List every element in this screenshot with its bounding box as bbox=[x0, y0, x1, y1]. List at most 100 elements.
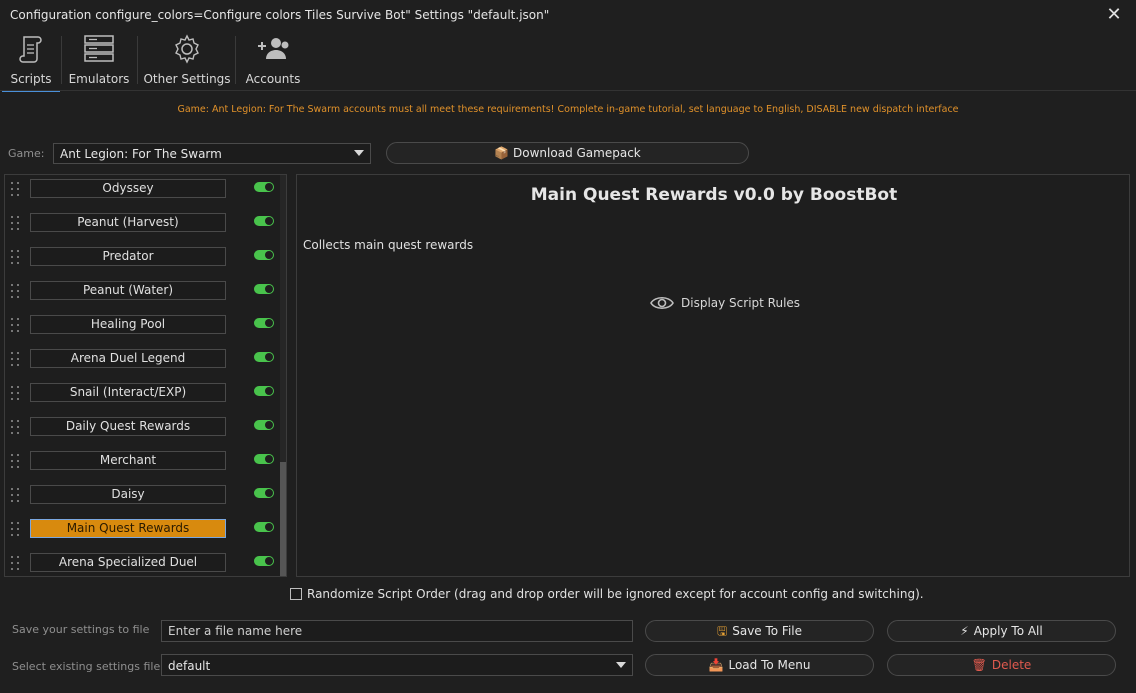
scroll-icon bbox=[19, 36, 42, 63]
tab-scripts[interactable]: Scripts bbox=[2, 32, 60, 92]
script-toggle[interactable] bbox=[254, 250, 274, 260]
gear-icon bbox=[175, 34, 199, 64]
drag-handle-icon[interactable] bbox=[11, 284, 21, 302]
script-toggle[interactable] bbox=[254, 522, 274, 532]
script-list: Odyssey Peanut (Harvest) Predator Peanut… bbox=[4, 174, 287, 577]
script-toggle[interactable] bbox=[254, 318, 274, 328]
list-item: Peanut (Water) bbox=[5, 277, 277, 311]
display-script-rules-label: Display Script Rules bbox=[681, 296, 801, 310]
list-item: Healing Pool bbox=[5, 311, 277, 345]
script-title: Main Quest Rewards v0.0 by BoostBot bbox=[530, 185, 898, 205]
drag-handle-icon[interactable] bbox=[11, 216, 21, 234]
save-settings-label: Save your settings to file bbox=[12, 623, 150, 636]
drag-handle-icon[interactable] bbox=[11, 352, 21, 370]
drag-handle-icon[interactable] bbox=[11, 522, 21, 540]
drag-handle-icon[interactable] bbox=[11, 454, 21, 472]
script-button[interactable]: Daily Quest Rewards bbox=[30, 417, 226, 436]
script-button[interactable]: Odyssey bbox=[30, 179, 226, 198]
tab-label: Emulators bbox=[68, 72, 130, 86]
package-icon: 📦 bbox=[494, 146, 510, 160]
game-select[interactable]: Ant Legion: For The Swarm bbox=[53, 143, 371, 164]
window-title: Configuration configure_colors=Configure… bbox=[10, 8, 550, 22]
list-item: Predator bbox=[5, 243, 277, 277]
script-toggle[interactable] bbox=[254, 420, 274, 430]
script-button-selected[interactable]: Main Quest Rewards bbox=[30, 519, 226, 538]
download-gamepack-label: Download Gamepack bbox=[513, 146, 641, 160]
load-to-menu-label: Load To Menu bbox=[728, 658, 811, 672]
tab-label: Other Settings bbox=[143, 72, 231, 86]
list-item: Arena Duel Legend bbox=[5, 345, 277, 379]
game-requirements-notice: Game: Ant Legion: For The Swarm accounts… bbox=[177, 104, 959, 115]
server-stack-icon bbox=[84, 35, 114, 62]
list-item: Daisy bbox=[5, 481, 277, 515]
load-to-menu-button[interactable]: 📥 Load To Menu bbox=[645, 654, 874, 676]
script-button[interactable]: Predator bbox=[30, 247, 226, 266]
settings-file-select[interactable]: default bbox=[161, 654, 633, 676]
script-toggle[interactable] bbox=[254, 284, 274, 294]
delete-button[interactable]: 🗑 Delete bbox=[887, 654, 1116, 676]
chevron-down-icon bbox=[616, 662, 626, 668]
script-button[interactable]: Peanut (Water) bbox=[30, 281, 226, 300]
toolbar-divider bbox=[137, 36, 138, 84]
tab-emulators[interactable]: Emulators bbox=[66, 32, 132, 90]
script-button[interactable]: Arena Duel Legend bbox=[30, 349, 226, 368]
select-settings-label: Select existing settings file bbox=[12, 660, 161, 673]
tab-label: Accounts bbox=[245, 72, 301, 86]
drag-handle-icon[interactable] bbox=[11, 420, 21, 438]
drag-handle-icon[interactable] bbox=[11, 250, 21, 268]
list-item: Snail (Interact/EXP) bbox=[5, 379, 277, 413]
apply-to-all-label: Apply To All bbox=[973, 624, 1043, 638]
scrollbar-thumb[interactable] bbox=[280, 462, 286, 576]
apply-to-all-button[interactable]: ⚡ Apply To All bbox=[887, 620, 1116, 642]
drag-handle-icon[interactable] bbox=[11, 182, 21, 200]
delete-label: Delete bbox=[991, 658, 1032, 672]
list-item: Main Quest Rewards bbox=[5, 515, 277, 549]
script-toggle[interactable] bbox=[254, 386, 274, 396]
drag-handle-icon[interactable] bbox=[11, 556, 21, 574]
script-toggle[interactable] bbox=[254, 454, 274, 464]
script-button[interactable]: Healing Pool bbox=[30, 315, 226, 334]
list-item: Merchant bbox=[5, 447, 277, 481]
tab-accounts[interactable]: Accounts bbox=[241, 32, 305, 90]
main-toolbar: Scripts Emulators Other Settings Account bbox=[0, 32, 1136, 92]
script-button[interactable]: Peanut (Harvest) bbox=[30, 213, 226, 232]
script-button[interactable]: Daisy bbox=[30, 485, 226, 504]
game-select-value: Ant Legion: For The Swarm bbox=[60, 147, 222, 161]
script-toggle[interactable] bbox=[254, 216, 274, 226]
script-toggle[interactable] bbox=[254, 488, 274, 498]
script-toggle[interactable] bbox=[254, 556, 274, 566]
script-toggle[interactable] bbox=[254, 352, 274, 362]
randomize-label: Randomize Script Order (drag and drop or… bbox=[307, 587, 924, 601]
floppy-disk-icon: 🖫 bbox=[716, 624, 728, 638]
title-bar: Configuration configure_colors=Configure… bbox=[0, 0, 1136, 32]
toolbar-divider bbox=[61, 36, 62, 84]
tab-other-settings[interactable]: Other Settings bbox=[143, 32, 231, 90]
randomize-checkbox[interactable] bbox=[290, 588, 302, 600]
script-toggle[interactable] bbox=[254, 182, 274, 192]
toolbar-divider-line bbox=[0, 90, 1136, 91]
script-button[interactable]: Merchant bbox=[30, 451, 226, 470]
file-name-input[interactable] bbox=[161, 620, 633, 642]
users-add-icon bbox=[258, 38, 289, 59]
list-item: Peanut (Harvest) bbox=[5, 209, 277, 243]
script-button[interactable]: Arena Specialized Duel bbox=[30, 553, 226, 572]
download-gamepack-button[interactable]: 📦 Download Gamepack bbox=[386, 142, 749, 164]
save-to-file-label: Save To File bbox=[732, 624, 803, 638]
script-detail-panel: Main Quest Rewards v0.0 by BoostBot Coll… bbox=[296, 174, 1130, 577]
drag-handle-icon[interactable] bbox=[11, 386, 21, 404]
lightning-icon: ⚡ bbox=[960, 624, 969, 638]
tab-label: Scripts bbox=[10, 72, 52, 86]
trash-icon: 🗑 bbox=[971, 658, 987, 672]
drag-handle-icon[interactable] bbox=[11, 318, 21, 336]
script-button[interactable]: Snail (Interact/EXP) bbox=[30, 383, 226, 402]
script-description: Collects main quest rewards bbox=[303, 238, 474, 252]
inbox-icon: 📥 bbox=[708, 658, 724, 672]
drag-handle-icon[interactable] bbox=[11, 488, 21, 506]
close-icon[interactable]: ✕ bbox=[1103, 4, 1125, 26]
eye-icon bbox=[650, 296, 674, 310]
save-to-file-button[interactable]: 🖫 Save To File bbox=[645, 620, 874, 642]
settings-file-value: default bbox=[168, 659, 211, 673]
list-item: Daily Quest Rewards bbox=[5, 413, 277, 447]
toolbar-divider bbox=[235, 36, 236, 84]
list-item: Odyssey bbox=[5, 175, 277, 209]
